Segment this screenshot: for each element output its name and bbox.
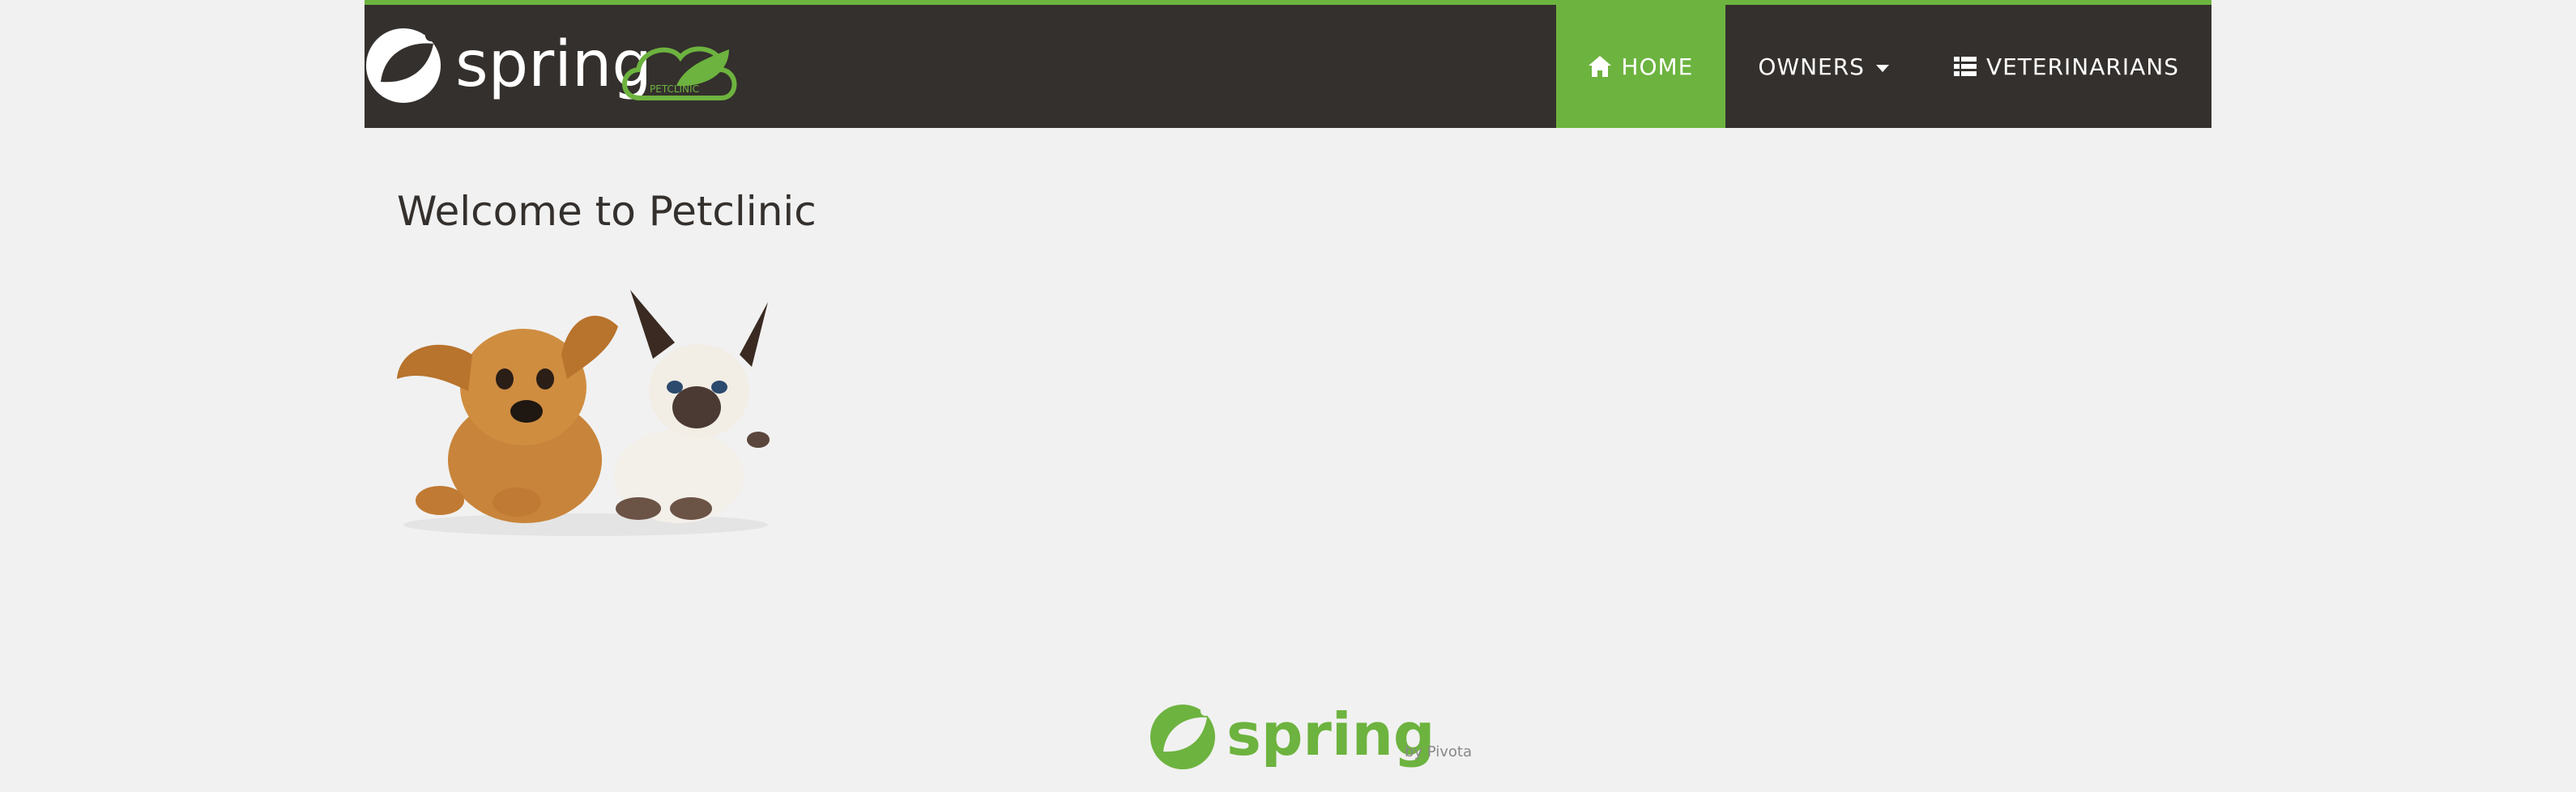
nav-veterinarians-label: VETERINARIANS: [1985, 53, 2179, 80]
brand-badge: PETCLINIC: [650, 83, 699, 95]
nav-home-label: HOME: [1621, 53, 1694, 80]
nav-veterinarians[interactable]: VETERINARIANS: [1921, 5, 2211, 128]
nav-owners[interactable]: OWNERS: [1725, 5, 1921, 128]
footer-brand-text: spring: [1226, 700, 1435, 769]
home-icon: [1589, 56, 1612, 77]
spring-petclinic-logo[interactable]: spring PETCLINIC: [365, 21, 745, 110]
footer-byline: by Pivotal.: [1405, 743, 1473, 760]
nav-menu: HOME OWNERS VETERINARIANS: [1556, 5, 2211, 128]
dog-and-cat-picture: [397, 290, 770, 536]
page-title: Welcome to Petclinic: [397, 188, 817, 235]
nav-owners-label: OWNERS: [1758, 53, 1865, 80]
spring-by-pivotal-logo: spring by Pivotal.: [1150, 700, 1473, 769]
list-icon: [1953, 57, 1977, 76]
caret-down-icon: [1875, 64, 1889, 72]
nav-home[interactable]: HOME: [1556, 5, 1726, 128]
top-navbar: spring PETCLINIC HOME OWNERS VETERINARIA…: [365, 0, 2211, 128]
brand-text: spring: [455, 28, 652, 101]
